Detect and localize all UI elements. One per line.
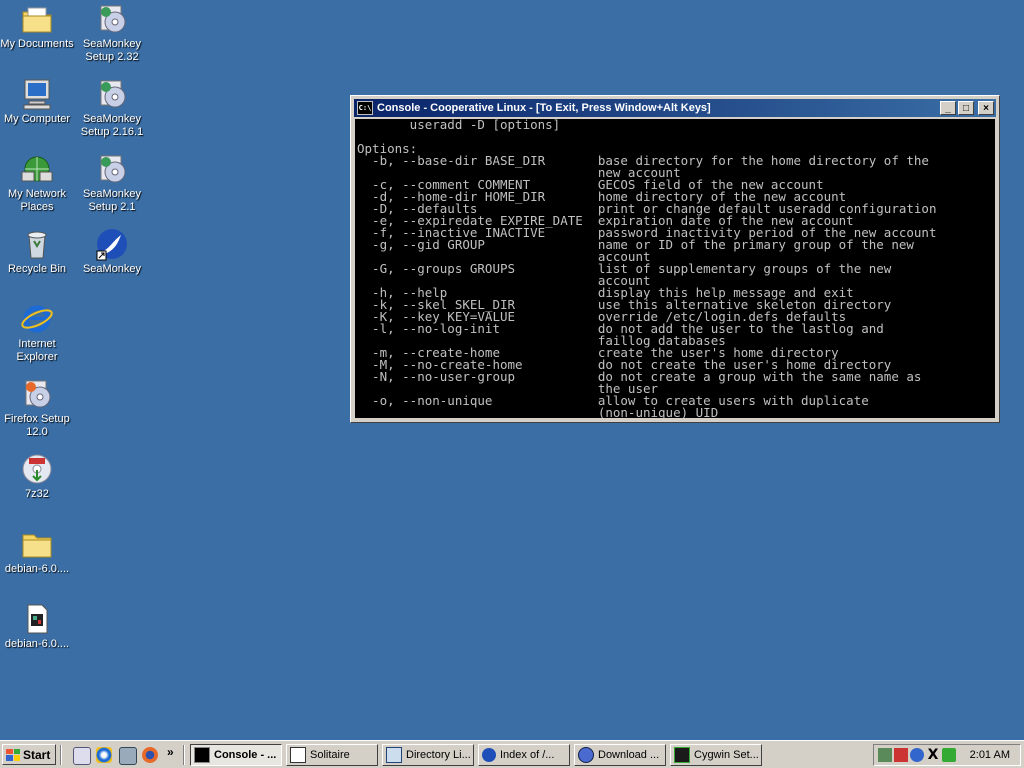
- taskbar-separator: [183, 745, 185, 765]
- seamonkey-task-icon: [482, 748, 496, 762]
- folder-documents-icon: [20, 2, 54, 36]
- windows-flag-icon: [6, 748, 20, 761]
- maximize-button[interactable]: □: [958, 101, 974, 115]
- desktop-icon-internet-explorer[interactable]: Internet Explorer: [0, 302, 74, 364]
- computer-icon: [20, 77, 54, 111]
- globe-tray-icon[interactable]: [910, 748, 924, 762]
- terminal-line: useradd -D [options]: [357, 119, 561, 132]
- taskbar: Start » Console - ... Solitaire Director…: [0, 740, 1024, 768]
- console-window-icon[interactable]: C:\: [357, 101, 373, 115]
- desktop-icon-my-documents[interactable]: My Documents: [0, 2, 74, 51]
- seamonkey-icon: [95, 227, 129, 261]
- task-solitaire[interactable]: Solitaire: [286, 744, 378, 766]
- desktop-icon-seamonkey[interactable]: SeaMonkey: [75, 227, 149, 276]
- setup-installer-icon: [95, 152, 129, 186]
- console-title-bar[interactable]: C:\ Console - Cooperative Linux - [To Ex…: [354, 99, 996, 117]
- network-quicklaunch-icon[interactable]: [119, 747, 137, 765]
- desktop-icon-7z32[interactable]: 7z32: [0, 452, 74, 501]
- show-desktop-icon[interactable]: [73, 747, 91, 765]
- solitaire-task-icon: [290, 747, 306, 763]
- firefox-quicklaunch-icon[interactable]: [142, 747, 158, 763]
- task-download[interactable]: Download ...: [574, 744, 666, 766]
- desktop-icon-my-network-places[interactable]: My Network Places: [0, 152, 74, 214]
- recycle-bin-icon: [20, 227, 54, 261]
- x-server-tray-icon[interactable]: X: [926, 748, 940, 762]
- internet-explorer-icon: [20, 302, 54, 336]
- installer-disc-icon: [20, 452, 54, 486]
- terminal-line: (non-unique) UID: [357, 405, 719, 418]
- internet-explorer-quicklaunch-icon[interactable]: [96, 747, 112, 763]
- desktop-icon-debian-file[interactable]: debian-6.0....: [0, 602, 74, 651]
- task-directory-listing[interactable]: Directory Li...: [382, 744, 474, 766]
- quicklaunch-more-button[interactable]: »: [167, 745, 174, 759]
- setup-installer-icon: [95, 77, 129, 111]
- task-console[interactable]: Console - ...: [190, 744, 282, 766]
- network-icon: [20, 152, 54, 186]
- minimize-button[interactable]: _: [940, 101, 956, 115]
- start-button[interactable]: Start: [2, 744, 56, 765]
- task-index-of[interactable]: Index of /...: [478, 744, 570, 766]
- setup-installer-icon: [95, 2, 129, 36]
- browser-page-icon: [386, 747, 402, 763]
- system-tray: X 2:01 AM: [873, 744, 1021, 766]
- desktop-icon-seamonkey-setup-2-1[interactable]: SeaMonkey Setup 2.1: [75, 152, 149, 214]
- cygwin-task-icon: [674, 747, 690, 763]
- console-task-icon: [194, 747, 210, 763]
- document-file-icon: [20, 602, 54, 636]
- desktop-icon-seamonkey-setup-2-16-1[interactable]: SeaMonkey Setup 2.16.1: [75, 77, 149, 139]
- alert-tray-icon[interactable]: [894, 748, 908, 762]
- console-window[interactable]: C:\ Console - Cooperative Linux - [To Ex…: [350, 95, 1000, 423]
- task-cygwin-setup[interactable]: Cygwin Set...: [670, 744, 762, 766]
- desktop-icon-my-computer[interactable]: My Computer: [0, 77, 74, 126]
- desktop-icon-debian-folder[interactable]: debian-6.0....: [0, 527, 74, 576]
- desktop-icon-recycle-bin[interactable]: Recycle Bin: [0, 227, 74, 276]
- green-tray-icon[interactable]: [942, 748, 956, 762]
- folder-icon: [20, 527, 54, 561]
- clock[interactable]: 2:01 AM: [970, 749, 1010, 761]
- terminal-output[interactable]: useradd -D [options] Options: -b, --base-…: [355, 119, 995, 418]
- setup-installer-icon: [20, 377, 54, 411]
- close-button[interactable]: ×: [978, 101, 994, 115]
- download-task-icon: [578, 747, 594, 763]
- network-tray-icon[interactable]: [878, 748, 892, 762]
- desktop-icon-seamonkey-setup-2-32[interactable]: SeaMonkey Setup 2.32: [75, 2, 149, 64]
- console-title: Console - Cooperative Linux - [To Exit, …: [377, 102, 711, 114]
- desktop-icon-firefox-setup[interactable]: Firefox Setup 12.0: [0, 377, 74, 439]
- taskbar-separator: [60, 745, 62, 765]
